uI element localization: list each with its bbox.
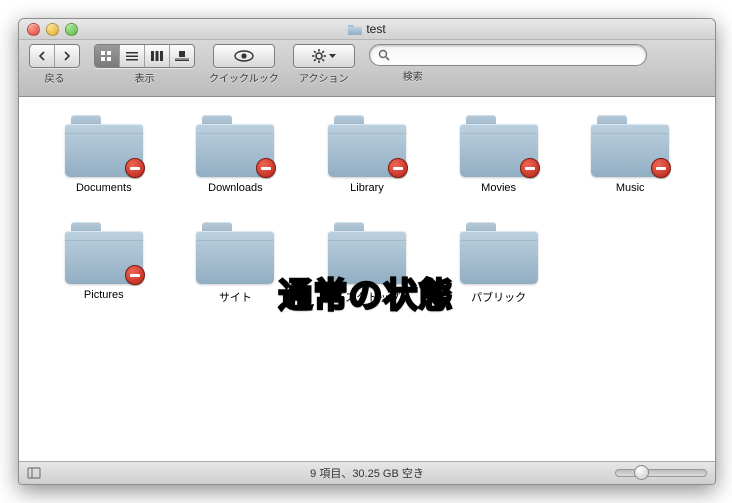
view-group: 表示 xyxy=(94,44,195,85)
folder-icon xyxy=(65,222,143,284)
quicklook-button[interactable] xyxy=(213,44,275,68)
folder-item[interactable]: パブリック xyxy=(438,222,560,305)
quicklook-label: クイックルック xyxy=(209,70,279,85)
view-list-button[interactable] xyxy=(120,45,145,67)
no-entry-icon xyxy=(651,158,671,178)
status-text: 9 項目、30.25 GB 空き xyxy=(19,465,715,481)
folder-item[interactable]: Documents xyxy=(43,115,165,194)
folder-label: サイト xyxy=(219,289,252,305)
no-entry-icon xyxy=(125,265,145,285)
icon-grid: Documents Downloads Library Movies Music Pict… xyxy=(19,97,715,323)
gear-icon xyxy=(312,49,326,63)
action-label: アクション xyxy=(299,70,349,85)
back-button[interactable] xyxy=(30,45,55,67)
nav-group: 戻る xyxy=(29,44,80,85)
quicklook-group: クイックルック xyxy=(209,44,279,85)
toolbar: 戻る 表示 クイックルック xyxy=(19,40,715,97)
search-input[interactable] xyxy=(369,44,647,66)
folder-label: Documents xyxy=(76,182,132,194)
no-entry-icon xyxy=(125,158,145,178)
no-entry-icon xyxy=(520,158,540,178)
folder-icon xyxy=(328,222,406,284)
folder-label: Downloads xyxy=(208,182,262,194)
folder-item[interactable]: デスクトップ xyxy=(306,222,428,305)
titlebar[interactable]: test xyxy=(19,19,715,40)
window-title: test xyxy=(19,22,715,36)
folder-icon xyxy=(460,222,538,284)
window-controls xyxy=(19,23,78,36)
folder-label: デスクトップ xyxy=(334,289,400,305)
view-coverflow-button[interactable] xyxy=(170,45,194,67)
view-icon-button[interactable] xyxy=(95,45,120,67)
folder-item[interactable]: Music xyxy=(569,115,691,194)
folder-icon xyxy=(348,24,362,35)
window-title-text: test xyxy=(366,22,385,36)
folder-label: Pictures xyxy=(84,289,124,301)
minimize-button[interactable] xyxy=(46,23,59,36)
search-icon xyxy=(378,49,390,61)
no-entry-icon xyxy=(256,158,276,178)
zoom-button[interactable] xyxy=(65,23,78,36)
sidebar-toggle-icon[interactable] xyxy=(27,466,41,480)
content-area[interactable]: Documents Downloads Library Movies Music Pict… xyxy=(19,97,715,461)
action-button[interactable] xyxy=(293,44,355,68)
folder-label: Library xyxy=(350,182,384,194)
zoom-slider-knob[interactable] xyxy=(634,465,649,480)
view-mode-segmented xyxy=(94,44,195,68)
folder-icon xyxy=(460,115,538,177)
folder-icon xyxy=(328,115,406,177)
folder-icon xyxy=(196,222,274,284)
folder-label: Music xyxy=(616,182,645,194)
eye-icon xyxy=(234,50,254,62)
folder-item[interactable]: Downloads xyxy=(175,115,297,194)
nav-label: 戻る xyxy=(45,70,65,85)
folder-label: パブリック xyxy=(471,289,526,305)
folder-icon xyxy=(196,115,274,177)
folder-item[interactable]: Pictures xyxy=(43,222,165,305)
finder-window: test 戻る xyxy=(18,18,716,485)
folder-item[interactable]: Movies xyxy=(438,115,560,194)
folder-icon xyxy=(65,115,143,177)
chevron-down-icon xyxy=(329,54,336,59)
view-label: 表示 xyxy=(135,70,155,85)
folder-label: Movies xyxy=(481,182,516,194)
view-column-button[interactable] xyxy=(145,45,170,67)
close-button[interactable] xyxy=(27,23,40,36)
folder-item[interactable]: Library xyxy=(306,115,428,194)
status-bar: 9 項目、30.25 GB 空き xyxy=(19,461,715,484)
no-entry-icon xyxy=(388,158,408,178)
forward-button[interactable] xyxy=(55,45,79,67)
search-group: 検索 xyxy=(369,44,705,83)
folder-item[interactable]: サイト xyxy=(175,222,297,305)
search-label: 検索 xyxy=(403,68,423,83)
action-group: アクション xyxy=(293,44,355,85)
zoom-slider[interactable] xyxy=(615,469,707,477)
nav-buttons xyxy=(29,44,80,68)
folder-icon xyxy=(591,115,669,177)
